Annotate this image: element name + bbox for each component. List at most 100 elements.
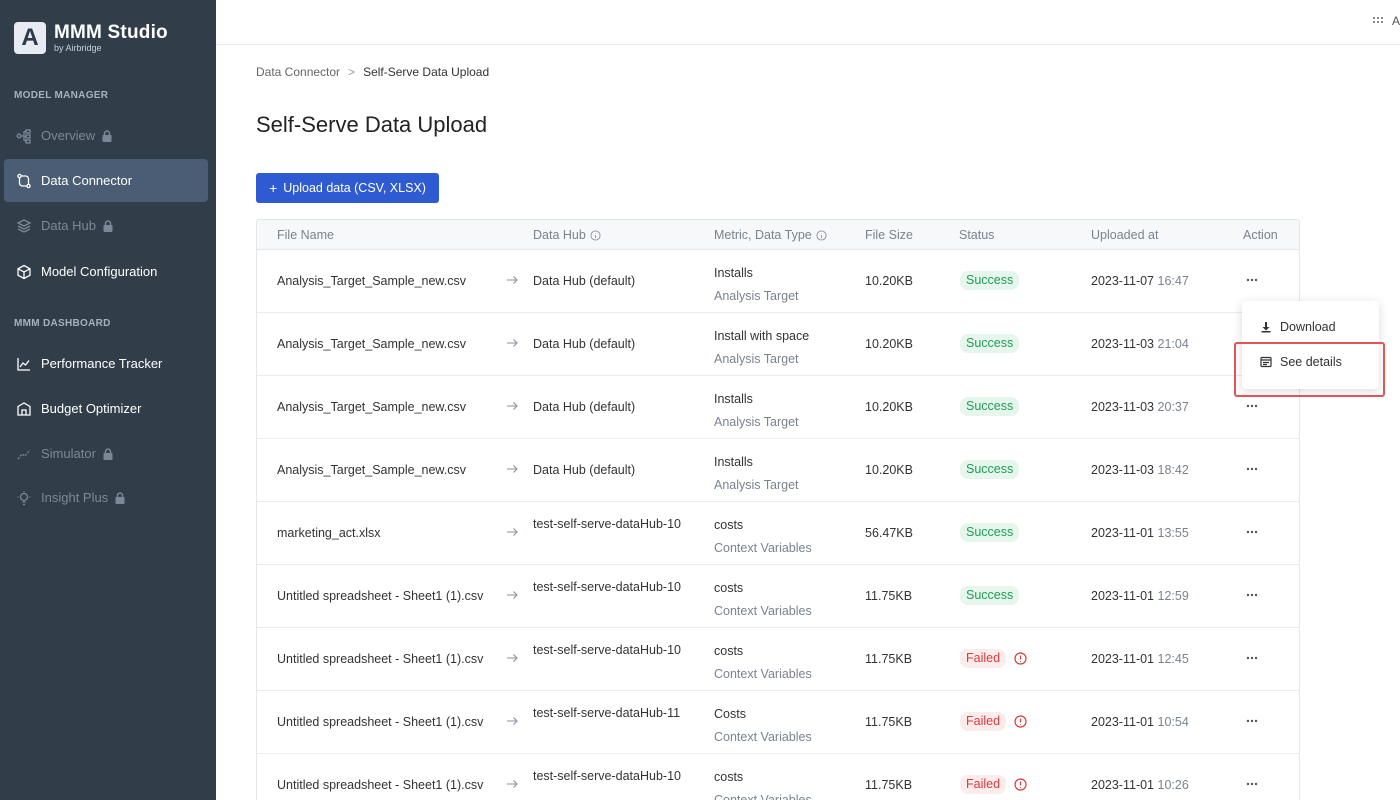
- uploaded-at: 2023-11-01 10:54: [1091, 715, 1189, 729]
- uploads-table: File Name Data Hub Metric, Data Type Fil…: [256, 219, 1300, 800]
- upload-date: 2023-11-03: [1091, 463, 1155, 477]
- file-name: Analysis_Target_Sample_new.csv: [277, 337, 466, 351]
- sidebar-item-model-configuration[interactable]: Model Configuration: [4, 250, 208, 293]
- sidebar-item-insight-plus[interactable]: Insight Plus: [4, 476, 208, 519]
- arrow-right-icon: [507, 528, 518, 536]
- sidebar-item-data-connector[interactable]: Data Connector: [4, 159, 208, 202]
- more-actions-button[interactable]: [1243, 774, 1261, 794]
- upload-time: 10:54: [1157, 715, 1189, 729]
- status-badge: Success: [960, 271, 1020, 290]
- sidebar-item-label: Budget Optimizer: [41, 401, 142, 416]
- sidebar-item-data-hub[interactable]: Data Hub: [4, 204, 208, 247]
- error-info-icon[interactable]: [1014, 778, 1027, 791]
- more-actions-button[interactable]: [1243, 270, 1261, 290]
- file-name: Untitled spreadsheet - Sheet1 (1).csv: [277, 715, 484, 729]
- sidebar-item-simulator[interactable]: Simulator: [4, 432, 208, 475]
- more-icon: [1246, 656, 1258, 660]
- metric-name: costs: [714, 581, 744, 595]
- metric-name: costs: [714, 644, 744, 658]
- arrow-right-icon: [507, 402, 518, 410]
- upload-time: 18:42: [1157, 463, 1189, 477]
- metric-name: Install with space: [714, 329, 810, 343]
- highlight-box: [1234, 342, 1385, 397]
- status-cell: Success: [960, 271, 1020, 290]
- status-badge: Success: [960, 460, 1020, 479]
- metric-cell: Installs Analysis Target: [714, 451, 799, 497]
- bank-icon: [16, 401, 32, 417]
- breadcrumb-parent[interactable]: Data Connector: [256, 65, 340, 79]
- lock-icon: [102, 219, 114, 232]
- more-icon: [1246, 719, 1258, 723]
- sidebar-item-label: Simulator: [41, 446, 96, 461]
- data-type: Analysis Target: [714, 289, 799, 303]
- data-hub-name: Data Hub (default): [533, 400, 636, 414]
- status-badge: Success: [960, 397, 1020, 416]
- file-size: 10.20KB: [865, 337, 913, 351]
- table-row: Analysis_Target_Sample_new.csv Data Hub (…: [257, 313, 1299, 376]
- sidebar-item-label: Performance Tracker: [41, 356, 163, 371]
- header-file-size: File Size: [865, 228, 913, 242]
- more-actions-button[interactable]: [1243, 459, 1261, 479]
- table-row: Untitled spreadsheet - Sheet1 (1).csv tes…: [257, 691, 1299, 754]
- error-info-icon[interactable]: [1014, 715, 1027, 728]
- sidebar-item-label: Insight Plus: [41, 490, 109, 505]
- more-actions-button[interactable]: [1243, 648, 1261, 668]
- metric-name: Installs: [714, 392, 753, 406]
- table-row: Analysis_Target_Sample_new.csv Data Hub (…: [257, 376, 1299, 439]
- data-hub-name: test-self-serve-dataHub-11: [533, 706, 681, 720]
- status-badge: Failed: [960, 712, 1007, 731]
- info-icon[interactable]: [816, 229, 827, 241]
- uploaded-at: 2023-11-03 21:04: [1091, 337, 1189, 351]
- upload-data-button[interactable]: + Upload data (CSV, XLSX): [256, 173, 439, 203]
- more-actions-button[interactable]: [1243, 396, 1261, 416]
- metric-name: Installs: [714, 455, 753, 469]
- apps-menu[interactable]: A: [1372, 14, 1400, 28]
- chart-line-icon: [16, 356, 32, 372]
- upload-time: 16:47: [1157, 274, 1189, 288]
- upload-time: 20:37: [1157, 400, 1189, 414]
- header-action: Action: [1243, 228, 1278, 242]
- table-row: Untitled spreadsheet - Sheet1 (1).csv tes…: [257, 628, 1299, 691]
- lock-icon: [101, 129, 113, 142]
- file-name: Analysis_Target_Sample_new.csv: [277, 400, 466, 414]
- upload-time: 10:26: [1157, 778, 1189, 792]
- sidebar-item-budget-optimizer[interactable]: Budget Optimizer: [4, 387, 208, 430]
- more-actions-button[interactable]: [1243, 711, 1261, 731]
- status-cell: Success: [960, 460, 1020, 479]
- info-icon[interactable]: [590, 229, 601, 241]
- upload-date: 2023-11-01: [1091, 589, 1155, 603]
- upload-date: 2023-11-03: [1091, 400, 1155, 414]
- brand-logo: A: [14, 22, 46, 54]
- status-cell: Failed: [960, 712, 1027, 731]
- sidebar-item-performance-tracker[interactable]: Performance Tracker: [4, 342, 208, 385]
- file-name: marketing_act.xlsx: [277, 526, 381, 540]
- status-cell: Success: [960, 334, 1020, 353]
- download-menu-item[interactable]: Download: [1242, 311, 1379, 343]
- file-size: 11.75KB: [865, 715, 913, 729]
- data-hub-name: test-self-serve-dataHub-10: [533, 643, 681, 657]
- header-file-name: File Name: [277, 228, 334, 242]
- page-title: Self-Serve Data Upload: [256, 112, 488, 137]
- metric-cell: costs Context Variables: [714, 766, 812, 800]
- more-actions-button[interactable]: [1243, 585, 1261, 605]
- breadcrumb-separator: >: [348, 65, 356, 79]
- data-type: Context Variables: [714, 793, 812, 800]
- data-hub-icon: [16, 218, 32, 234]
- brand[interactable]: A MMM Studio by Airbridge: [14, 22, 168, 54]
- more-actions-button[interactable]: [1243, 522, 1261, 542]
- uploaded-at: 2023-11-01 10:26: [1091, 778, 1189, 792]
- sidebar-item-overview[interactable]: Overview: [4, 114, 208, 157]
- status-badge: Failed: [960, 775, 1007, 794]
- brand-title: MMM Studio: [54, 22, 168, 43]
- breadcrumb: Data Connector > Self-Serve Data Upload: [256, 65, 489, 79]
- sidebar-item-label: Data Connector: [41, 173, 133, 188]
- sidebar: A MMM Studio by Airbridge MODEL MANAGER …: [0, 0, 216, 800]
- upload-date: 2023-11-01: [1091, 652, 1155, 666]
- data-hub-name: Data Hub (default): [533, 274, 636, 288]
- more-icon: [1246, 530, 1258, 534]
- data-connector-icon: [16, 173, 32, 189]
- upload-date: 2023-11-03: [1091, 337, 1155, 351]
- overview-icon: [16, 128, 32, 144]
- upload-data-label: Upload data (CSV, XLSX): [283, 181, 426, 195]
- error-info-icon[interactable]: [1014, 652, 1027, 665]
